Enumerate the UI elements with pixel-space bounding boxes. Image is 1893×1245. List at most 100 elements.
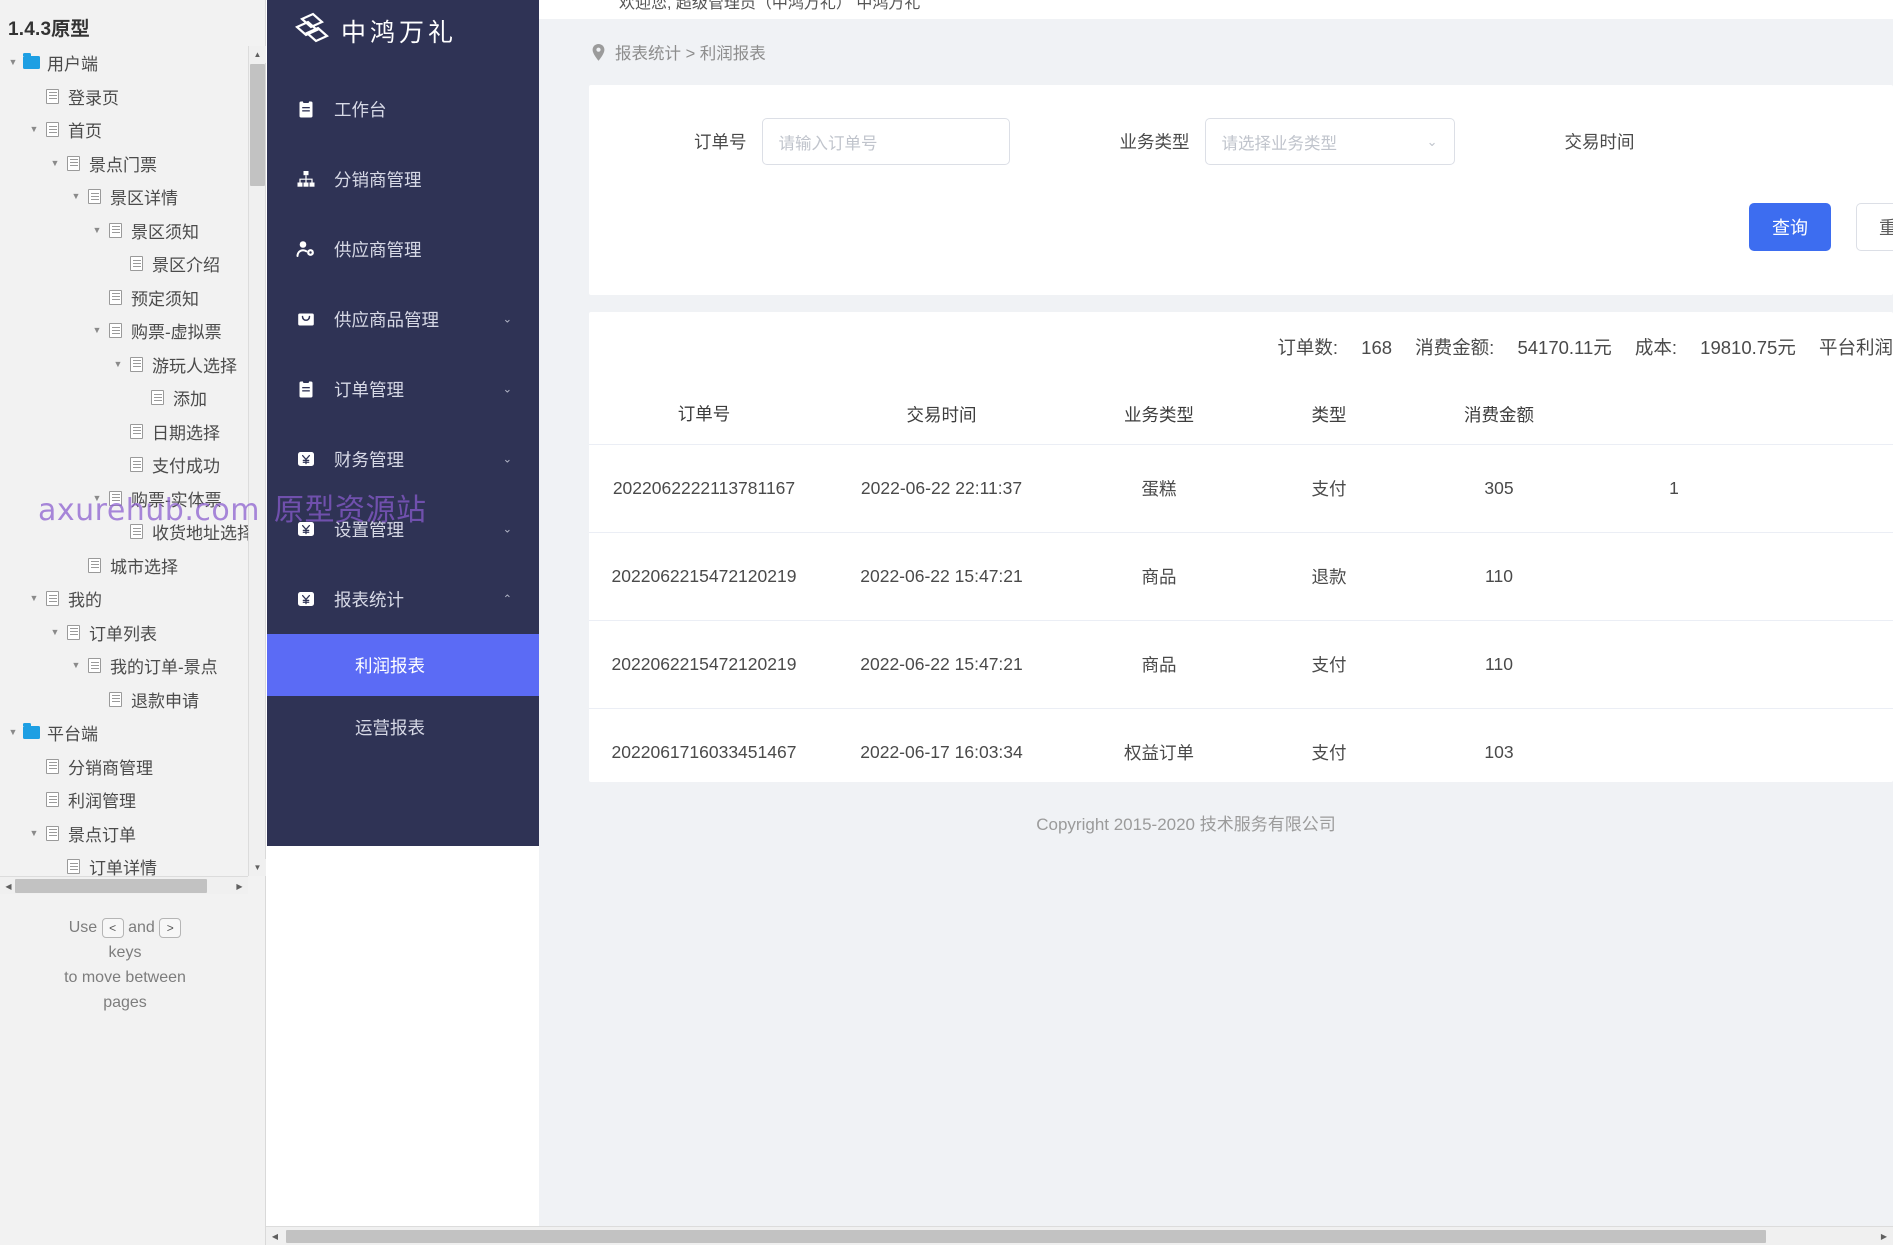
search-button[interactable]: 查询 [1749,203,1831,251]
sitemap-node[interactable]: ▼ 景点订单 [0,817,248,851]
sitemap-node[interactable]: ▼ 首页 [0,113,248,147]
sidebar-item-0[interactable]: 工作台 [267,74,539,144]
sitemap-node[interactable]: ▼ 景区须知 [0,214,248,248]
page-horizontal-scrollbar[interactable]: ◀ ▶ [266,1226,1893,1245]
table-cell-trade_time: 2022-06-22 15:47:21 [860,566,1023,586]
sitemap-node[interactable]: ▼ 城市选择 [0,549,248,583]
sitemap-node[interactable]: ▼ 利润管理 [0,783,248,817]
axure-sitemap-panel: 1.4.3原型 ▼用户端▼登录页▼首页▼景点门票▼景区详情▼景区须知▼景区介绍▼… [0,0,266,1245]
chevron-down-icon[interactable]: ▼ [69,661,83,670]
chevron-down-icon[interactable]: ▼ [27,594,41,603]
sitemap-node[interactable]: ▼ 游玩人选择 [0,348,248,382]
page-icon [125,457,147,473]
sitemap-node-label: 景点门票 [89,155,157,175]
page-hscroll-thumb[interactable] [286,1230,1766,1243]
table-row[interactable]: 2022061716033451467 2022-06-17 16:03:34 权益… [589,708,1893,796]
order-no-input[interactable]: 请输入订单号 [761,118,1010,165]
sitemap-node[interactable]: ▼ 订单详情 [0,850,248,876]
chevron-up-icon[interactable]: ⌃ [503,593,512,606]
table-row[interactable]: 2022062215472120219 2022-06-22 15:47:21 商品… [589,620,1893,708]
sitemap-node-label: 购票-虚拟票 [131,323,222,343]
sitemap-node[interactable]: ▼ 添加 [0,381,248,415]
chevron-down-icon[interactable]: ▼ [48,627,62,637]
chevron-down-icon[interactable]: ▼ [69,192,83,201]
sitemap-node[interactable]: ▼ 收货地址选择 [0,515,248,549]
sidebar-item-4[interactable]: 订单管理 ⌄ [267,354,539,424]
sitemap-tree[interactable]: ▼ 用户端 ▼ 登录页 ▼ 首页 ▼ 景点门票 ▼ 景区详情 ▼ 景区须知 ▼ 景区介绍 ▼ 预定须知 ▼ 购票-… [0,46,248,876]
tree-horizontal-scrollbar[interactable]: ◀ ▶ [0,876,248,894]
scroll-right-icon[interactable]: ▶ [231,877,248,895]
table-cell-order_no: 2022062215472120219 [611,654,797,674]
sitemap-node-label: 平台端 [47,725,98,745]
chevron-down-icon[interactable]: ▼ [90,225,104,235]
next-page-key[interactable]: > [159,917,182,938]
trade-time-field: 交易时间 [1565,129,1650,154]
sitemap-node[interactable]: ▼ 景点门票 [0,147,248,181]
sitemap-node[interactable]: ▼ 订单列表 [0,616,248,650]
table-row[interactable]: 2022062222113781167 2022-06-22 22:11:37 蛋糕… [589,444,1893,532]
sitemap-node[interactable]: ▼ 景区介绍 [0,247,248,281]
scroll-down-icon[interactable]: ▼ [249,859,266,876]
tree-spacer: ▼ [27,762,41,771]
reset-button[interactable]: 重置 [1856,203,1893,251]
tree-hscroll-thumb[interactable] [15,879,207,893]
sitemap-node[interactable]: ▼ 我的订单-景点 [0,649,248,683]
chevron-down-icon[interactable]: ▼ [90,493,104,503]
sidebar-item-7[interactable]: 报表统计 ⌃ [267,564,539,634]
chevron-down-icon[interactable]: ⌄ [503,523,512,536]
sidebar-item-6[interactable]: 设置管理 ⌄ [267,494,539,564]
chevron-down-icon[interactable]: ⌄ [503,383,512,396]
chevron-down-icon[interactable]: ⌄ [503,453,512,466]
sitemap-node[interactable]: ▼ 支付成功 [0,448,248,482]
sitemap-node[interactable]: ▼ 景区详情 [0,180,248,214]
breadcrumb-text[interactable]: 报表统计 > 利润报表 [615,40,766,64]
sitemap-node[interactable]: ▼ 用户端 [0,46,248,80]
tree-spacer: ▼ [69,561,83,570]
sitemap-node[interactable]: ▼ 购票-虚拟票 [0,314,248,348]
business-type-select[interactable]: 请选择业务类型 ⌄ [1204,118,1455,165]
sidebar-subitem-0[interactable]: 利润报表 [267,634,539,696]
table-row[interactable]: 2022062215472120219 2022-06-22 15:47:21 商品… [589,532,1893,620]
page-icon [125,356,147,372]
prev-page-key[interactable]: < [101,917,124,938]
chevron-down-icon[interactable]: ▼ [6,58,20,67]
profit-label: 平台利润 [1818,337,1893,358]
chevron-down-icon[interactable]: ▼ [27,828,41,838]
sidebar-subitem-1[interactable]: 运营报表 [267,696,539,758]
table-cell-extra: 1 [1669,478,1679,498]
tree-vscroll-thumb[interactable] [250,64,265,186]
interlocking-links-logo-icon [289,11,331,51]
sitemap-node[interactable]: ▼ 预定须知 [0,281,248,315]
sitemap-node[interactable]: ▼ 购票-实体票 [0,482,248,516]
sitemap-node[interactable]: ▼ 平台端 [0,716,248,750]
sidebar-item-2[interactable]: 供应商管理 [267,214,539,284]
sitemap-node[interactable]: ▼ 退款申请 [0,683,248,717]
sidebar-item-1[interactable]: 分销商管理 [267,144,539,214]
sidebar-item-3[interactable]: 供应商品管理 ⌄ [267,284,539,354]
chevron-down-icon[interactable]: ▼ [6,728,20,737]
chevron-down-icon[interactable]: ⌄ [503,313,512,326]
sitemap-node[interactable]: ▼ 日期选择 [0,415,248,449]
sidebar-item-label: 订单管理 [334,379,404,400]
sitemap-node-label: 添加 [173,390,207,410]
chevron-down-icon[interactable]: ▼ [48,158,62,168]
table-cell-business_type: 蛋糕 [1141,479,1177,499]
chevron-down-icon[interactable]: ▼ [90,326,104,335]
chevron-down-icon[interactable]: ▼ [111,359,125,369]
sitemap-node-label: 景点订单 [68,825,136,845]
page-scroll-right-icon[interactable]: ▶ [1875,1227,1893,1245]
table-header-cell: 业务类型 [1124,404,1194,425]
page-icon [125,256,147,272]
summary-stats: 订单数: 168 消费金额: 54170.11元 成本: 19810.75元 平… [589,334,1893,360]
scroll-up-icon[interactable]: ▲ [249,46,266,63]
page-icon [104,323,126,339]
sitemap-node[interactable]: ▼ 我的 [0,582,248,616]
report-table-card: 订单数: 168 消费金额: 54170.11元 成本: 19810.75元 平… [589,312,1893,782]
sitemap-node[interactable]: ▼ 登录页 [0,80,248,114]
sitemap-node[interactable]: ▼ 分销商管理 [0,750,248,784]
tree-vertical-scrollbar[interactable]: ▲ ▼ [248,46,266,876]
page-scroll-left-icon[interactable]: ◀ [266,1227,284,1245]
sidebar-subitem-label: 运营报表 [355,717,425,738]
chevron-down-icon[interactable]: ▼ [27,125,41,134]
sidebar-item-5[interactable]: 财务管理 ⌄ [267,424,539,494]
